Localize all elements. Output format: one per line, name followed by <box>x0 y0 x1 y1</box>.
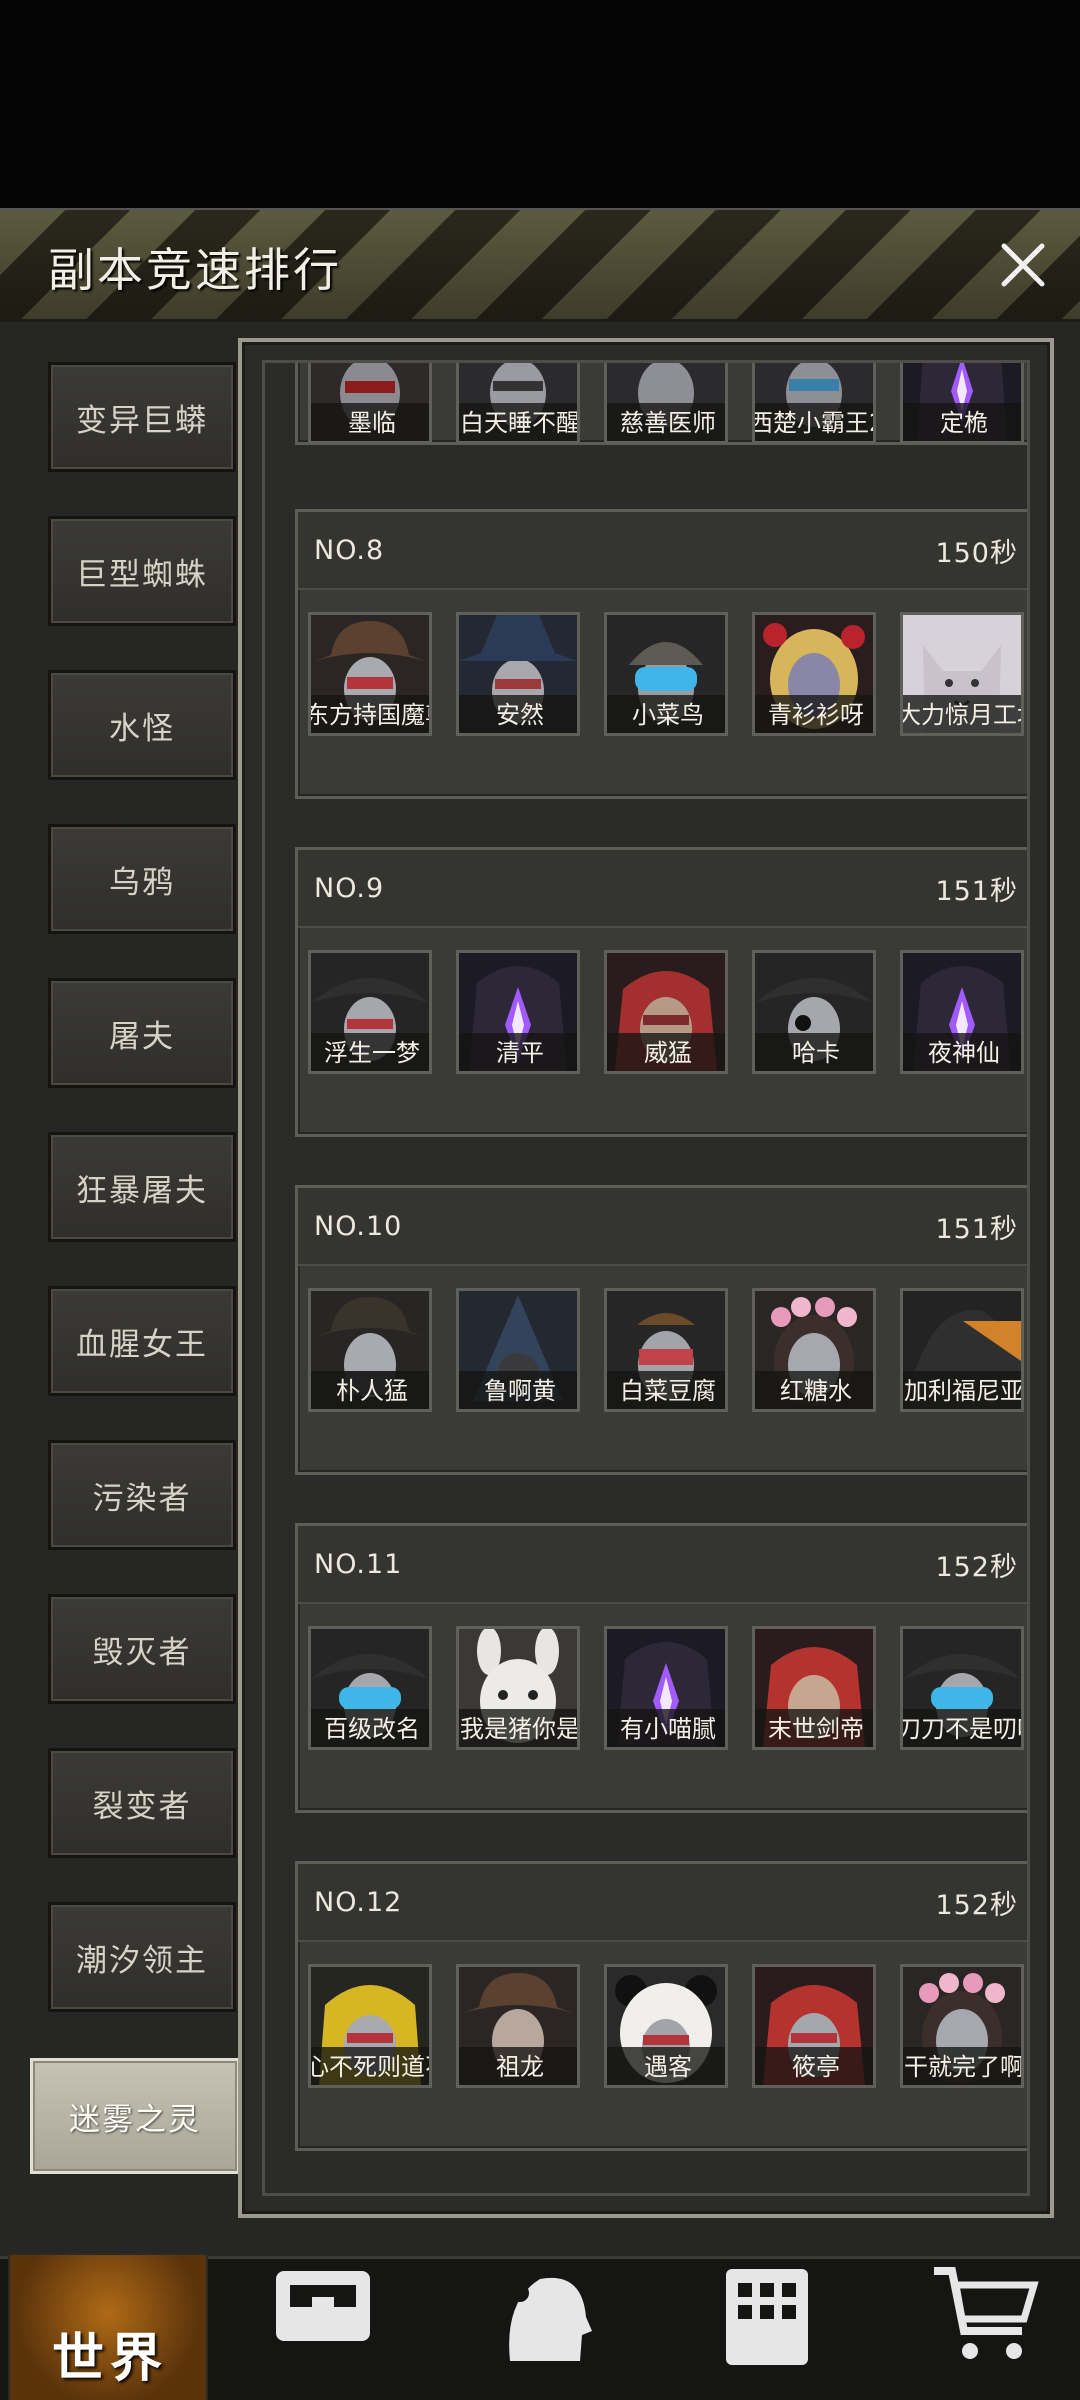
rank-card-partial: 墨临 白天睡不醒 慈善医师 西楚小霸王2 定桅 <box>295 363 1027 448</box>
player-slot[interactable]: 西楚小霸王2 <box>752 363 876 444</box>
panel-header: 副本竞速排行 <box>0 210 1080 322</box>
rank-label: NO.10 <box>314 1210 403 1242</box>
rank-label: NO.9 <box>314 872 385 904</box>
player-slot[interactable]: 红糖水 <box>752 1288 876 1412</box>
player-slot[interactable]: 哈卡 <box>752 950 876 1074</box>
player-slot[interactable]: 刀刀不是叨叨 <box>900 1626 1024 1750</box>
category-polluter[interactable]: 污染者 <box>48 1440 236 1550</box>
ranking-list-frame: 墨临 白天睡不醒 慈善医师 西楚小霸王2 定桅 NO.8 150秒 东方持国魔 … <box>238 338 1054 2218</box>
rank-card: NO.9 151秒 浮生一梦 清平 威猛 哈卡 夜神仙 <box>295 847 1027 1137</box>
rank-card: NO.8 150秒 东方持国魔尊 安然 小菜鸟 青衫衫呀 <box>295 509 1027 799</box>
player-slot[interactable]: 定桅 <box>900 363 1024 444</box>
player-slot[interactable]: 心不死则道不生 <box>308 1964 432 2088</box>
player-slot[interactable]: 干就完了啊 <box>900 1964 1024 2088</box>
category-crow[interactable]: 乌鸦 <box>48 824 236 934</box>
player-row: 墨临 白天睡不醒 慈善医师 西楚小霸王2 定桅 <box>308 363 1027 448</box>
player-slot[interactable]: 青衫衫呀 <box>752 612 876 736</box>
player-slot[interactable]: 白天睡不醒 <box>456 363 580 444</box>
category-tide-lord[interactable]: 潮汐领主 <box>48 1902 236 2012</box>
player-slot[interactable]: 墨临 <box>308 363 432 444</box>
bottom-navigation: 世界 <box>0 2253 1080 2400</box>
player-slot[interactable]: 安然 <box>456 612 580 736</box>
rank-label: NO.11 <box>314 1548 403 1580</box>
player-slot[interactable]: 加利福尼亚 <box>900 1288 1024 1412</box>
player-row: 朴人猛 鲁啊黄 白菜豆腐 红糖水 加利福尼亚 <box>308 1288 1027 1416</box>
player-slot[interactable]: 百级改名 <box>308 1626 432 1750</box>
player-slot[interactable]: 大力惊月工坊 <box>900 612 1024 736</box>
player-row: 心不死则道不生 祖龙 遇客 筱亭 干就完了啊 <box>308 1964 1027 2092</box>
nav-world-label: 世界 <box>51 2329 168 2389</box>
category-fissioner[interactable]: 裂变者 <box>48 1748 236 1858</box>
player-slot[interactable]: 白菜豆腐 <box>604 1288 728 1412</box>
player-slot[interactable]: 末世剑帝 <box>752 1626 876 1750</box>
close-button[interactable] <box>994 236 1052 294</box>
player-slot[interactable]: 有小喵腻 <box>604 1626 728 1750</box>
close-icon <box>1001 243 1045 287</box>
player-slot[interactable]: 朴人猛 <box>308 1288 432 1412</box>
nav-skills-button[interactable] <box>490 2261 600 2371</box>
nav-shop-button[interactable] <box>930 2261 1040 2371</box>
status-area <box>0 0 1080 208</box>
player-slot[interactable]: 小菜鸟 <box>604 612 728 736</box>
category-butcher[interactable]: 屠夫 <box>48 978 236 1088</box>
rank-time: 151秒 <box>935 875 1018 907</box>
category-mist-spirit[interactable]: 迷雾之灵 <box>30 2058 240 2174</box>
nav-building-button[interactable] <box>712 2261 822 2371</box>
category-mutant-python[interactable]: 变异巨蟒 <box>48 362 236 472</box>
player-row: 百级改名 我是猪你是 有小喵腻 末世剑帝 刀刀不是叨叨 <box>308 1626 1027 1754</box>
player-row: 浮生一梦 清平 威猛 哈卡 夜神仙 <box>308 950 1027 1078</box>
player-row: 东方持国魔尊 安然 小菜鸟 青衫衫呀 大力惊月工坊 <box>308 612 1027 740</box>
head-icon <box>509 2277 592 2361</box>
nav-world-button[interactable]: 世界 <box>8 2253 208 2400</box>
category-giant-spider[interactable]: 巨型蜘蛛 <box>48 516 236 626</box>
backpack-icon <box>276 2271 370 2341</box>
rank-time: 152秒 <box>935 1551 1018 1583</box>
ranking-list[interactable]: 墨临 白天睡不醒 慈善医师 西楚小霸王2 定桅 NO.8 150秒 东方持国魔 … <box>262 360 1030 2196</box>
rank-label: NO.12 <box>314 1886 403 1918</box>
player-slot[interactable]: 祖龙 <box>456 1964 580 2088</box>
rank-time: 151秒 <box>935 1213 1018 1245</box>
player-slot[interactable]: 夜神仙 <box>900 950 1024 1074</box>
rank-time: 150秒 <box>935 537 1018 569</box>
rank-label: NO.8 <box>314 534 385 566</box>
cart-icon <box>934 2267 1039 2359</box>
player-slot[interactable]: 慈善医师 <box>604 363 728 444</box>
building-icon <box>726 2269 808 2365</box>
player-slot[interactable]: 遇客 <box>604 1964 728 2088</box>
rank-card: NO.12 152秒 心不死则道不生 祖龙 遇客 筱亭 <box>295 1861 1027 2151</box>
rank-time: 152秒 <box>935 1889 1018 1921</box>
player-slot[interactable]: 东方持国魔尊 <box>308 612 432 736</box>
player-slot[interactable]: 浮生一梦 <box>308 950 432 1074</box>
category-berserk-butcher[interactable]: 狂暴屠夫 <box>48 1132 236 1242</box>
category-destroyer[interactable]: 毁灭者 <box>48 1594 236 1704</box>
panel-title: 副本竞速排行 <box>48 243 342 297</box>
category-water-monster[interactable]: 水怪 <box>48 670 236 780</box>
player-slot[interactable]: 鲁啊黄 <box>456 1288 580 1412</box>
category-blood-queen[interactable]: 血腥女王 <box>48 1286 236 1396</box>
rank-card: NO.10 151秒 朴人猛 鲁啊黄 白菜豆腐 红糖水 加利福尼亚 <box>295 1185 1027 1475</box>
player-slot[interactable]: 清平 <box>456 950 580 1074</box>
player-slot[interactable]: 筱亭 <box>752 1964 876 2088</box>
player-slot[interactable]: 威猛 <box>604 950 728 1074</box>
player-slot[interactable]: 我是猪你是 <box>456 1626 580 1750</box>
rank-card: NO.11 152秒 百级改名 我是猪你是 有小喵腻 末世剑帝 刀刀不是叨 <box>295 1523 1027 1813</box>
nav-backpack-button[interactable] <box>268 2261 378 2371</box>
